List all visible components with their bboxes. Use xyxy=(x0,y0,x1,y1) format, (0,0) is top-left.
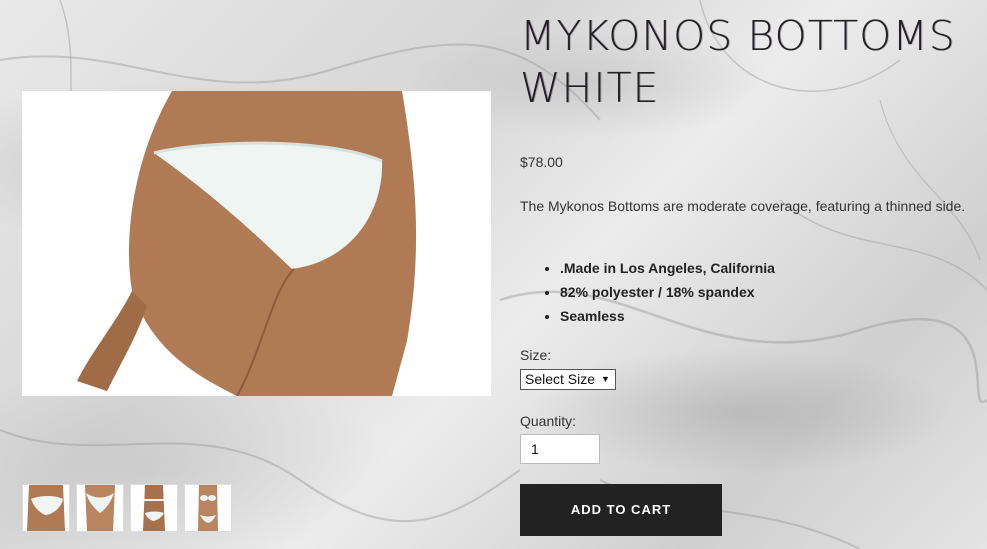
thumbnail-strip xyxy=(22,484,232,532)
add-to-cart-button[interactable]: ADD TO CART xyxy=(520,484,722,536)
size-label: Size: xyxy=(520,347,552,363)
thumbnail-back-full-image xyxy=(131,485,177,531)
product-features-list: .Made in Los Angeles, California 82% pol… xyxy=(520,256,775,328)
thumbnail-3[interactable] xyxy=(130,484,178,532)
feature-item: .Made in Los Angeles, California xyxy=(560,256,775,280)
feature-item: Seamless xyxy=(560,304,775,328)
thumbnail-front-view-image xyxy=(77,485,123,531)
product-description: The Mykonos Bottoms are moderate coverag… xyxy=(520,198,966,214)
thumbnail-2[interactable] xyxy=(76,484,124,532)
size-select-value: Select Size xyxy=(525,371,596,387)
feature-item: 82% polyester / 18% spandex xyxy=(560,280,775,304)
product-price: $78.00 xyxy=(520,154,563,170)
quantity-label: Quantity: xyxy=(520,413,577,429)
thumbnail-back-view-image xyxy=(23,485,69,531)
caret-down-icon: ▼ xyxy=(601,374,610,384)
thumbnail-front-full-image xyxy=(185,485,231,531)
thumbnail-1[interactable] xyxy=(22,484,70,532)
product-title: MYKONOS BOTTOMS WHITE xyxy=(520,12,956,112)
size-select[interactable]: Select Size ▼ xyxy=(520,369,616,390)
model-photo xyxy=(22,91,491,396)
quantity-input[interactable] xyxy=(520,434,600,464)
product-main-image[interactable] xyxy=(22,91,491,396)
thumbnail-4[interactable] xyxy=(184,484,232,532)
